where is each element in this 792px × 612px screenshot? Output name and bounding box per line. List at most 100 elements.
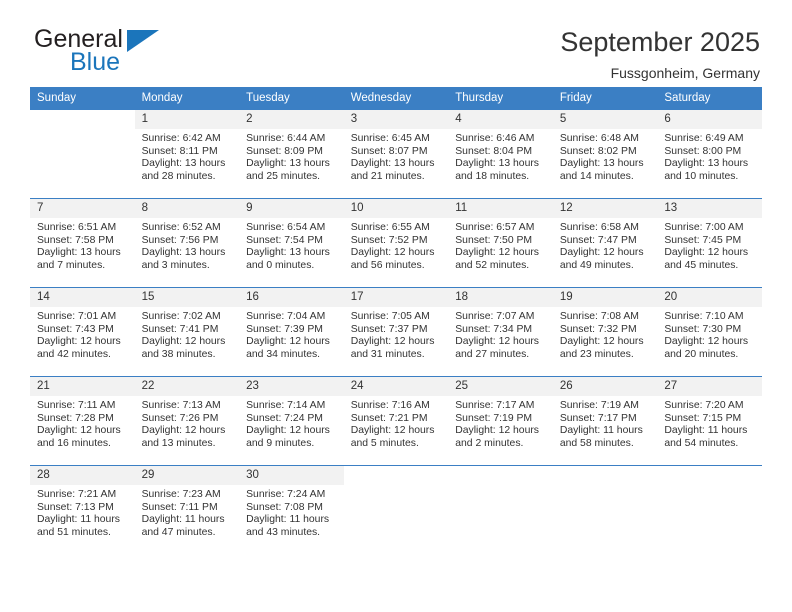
day-number: 8	[134, 199, 240, 218]
sunset-time: Sunset: 7:32 PM	[559, 323, 637, 335]
calendar-page: General Blue September 2025 Fussgonheim,…	[0, 0, 792, 612]
calendar-week-row: 21 Sunrise: 7:11 AM Sunset: 7:28 PM Dayligh…	[30, 376, 762, 466]
day-details: Sunrise: 7:20 AM Sunset: 7:15 PM Daylight:…	[657, 396, 762, 450]
calendar-day-cell[interactable]: 10 Sunrise: 6:55 AM Sunset: 7:52 PM Dayligh…	[343, 198, 449, 288]
daylight-duration-line2: and 51 minutes.	[37, 526, 111, 538]
calendar-day-cell[interactable]: 24 Sunrise: 7:16 AM Sunset: 7:21 PM Dayligh…	[343, 376, 449, 466]
day-details: Sunrise: 7:16 AM Sunset: 7:21 PM Daylight:…	[344, 396, 449, 450]
sunset-time: Sunset: 8:07 PM	[350, 145, 428, 157]
sunset-time: Sunset: 7:50 PM	[455, 234, 533, 246]
calendar-day-cell[interactable]: 6 Sunrise: 6:49 AM Sunset: 8:00 PM Daylight…	[657, 109, 762, 199]
day-number	[657, 466, 762, 485]
day-details: Sunrise: 7:00 AM Sunset: 7:45 PM Daylight:…	[657, 218, 762, 272]
daylight-duration-line2: and 16 minutes.	[37, 437, 111, 449]
day-details: Sunrise: 7:01 AM Sunset: 7:43 PM Daylight:…	[30, 307, 135, 361]
sunset-time: Sunset: 7:24 PM	[246, 412, 323, 424]
calendar-day-cell[interactable]: 15 Sunrise: 7:02 AM Sunset: 7:41 PM Dayligh…	[134, 287, 240, 377]
sunrise-time: Sunrise: 7:05 AM	[350, 311, 430, 322]
day-details: Sunrise: 7:07 AM Sunset: 7:34 PM Daylight:…	[448, 307, 553, 361]
calendar-day-cell[interactable]: 25 Sunrise: 7:17 AM Sunset: 7:19 PM Dayligh…	[448, 376, 553, 466]
calendar-week-row: 7 Sunrise: 6:51 AM Sunset: 7:58 PM Daylight…	[30, 198, 762, 288]
day-details: Sunrise: 7:11 AM Sunset: 7:28 PM Daylight:…	[30, 396, 135, 450]
sunrise-time: Sunrise: 7:13 AM	[141, 400, 221, 411]
day-details: Sunrise: 7:17 AM Sunset: 7:19 PM Daylight:…	[448, 396, 553, 450]
calendar-day-cell[interactable]: 3 Sunrise: 6:45 AM Sunset: 8:07 PM Daylight…	[343, 109, 449, 199]
calendar-day-cell[interactable]: 20 Sunrise: 7:10 AM Sunset: 7:30 PM Dayligh…	[657, 287, 762, 377]
day-number: 5	[552, 110, 658, 129]
day-details: Sunrise: 6:45 AM Sunset: 8:07 PM Daylight:…	[344, 129, 449, 183]
daylight-duration-line1: Daylight: 11 hours	[559, 425, 643, 437]
daylight-duration-line2: and 56 minutes.	[350, 259, 425, 271]
day-details: Sunrise: 7:02 AM Sunset: 7:41 PM Daylight:…	[135, 307, 240, 361]
sunrise-time: Sunrise: 6:52 AM	[141, 222, 221, 233]
daylight-duration-line1: Daylight: 13 hours	[246, 158, 330, 170]
calendar-day-cell[interactable]: 22 Sunrise: 7:13 AM Sunset: 7:26 PM Dayligh…	[134, 376, 240, 466]
calendar-day-cell[interactable]: 29 Sunrise: 7:23 AM Sunset: 7:11 PM Dayligh…	[134, 465, 240, 555]
daylight-duration-line1: Daylight: 12 hours	[455, 425, 539, 437]
calendar-header-row: Sunday Monday Tuesday Wednesday Thursday…	[30, 87, 762, 110]
calendar-day-cell[interactable]: 4 Sunrise: 6:46 AM Sunset: 8:04 PM Daylight…	[448, 109, 553, 199]
day-details: Sunrise: 7:04 AM Sunset: 7:39 PM Daylight:…	[239, 307, 344, 361]
calendar-day-cell[interactable]: 23 Sunrise: 7:14 AM Sunset: 7:24 PM Dayligh…	[239, 376, 344, 466]
daylight-duration-line2: and 9 minutes.	[246, 437, 315, 449]
page-header: General Blue September 2025 Fussgonheim,…	[30, 0, 762, 81]
calendar-week-row: 1 Sunrise: 6:42 AM Sunset: 8:11 PM Daylight…	[30, 109, 762, 199]
calendar-day-cell[interactable]: 21 Sunrise: 7:11 AM Sunset: 7:28 PM Dayligh…	[30, 376, 135, 466]
calendar-day-cell[interactable]: 28 Sunrise: 7:21 AM Sunset: 7:13 PM Dayligh…	[30, 465, 135, 555]
calendar-day-cell[interactable]: 13 Sunrise: 7:00 AM Sunset: 7:45 PM Dayligh…	[657, 198, 762, 288]
daylight-duration-line2: and 14 minutes.	[559, 170, 634, 182]
calendar-day-cell[interactable]: 2 Sunrise: 6:44 AM Sunset: 8:09 PM Daylight…	[239, 109, 344, 199]
day-details: Sunrise: 6:51 AM Sunset: 7:58 PM Daylight:…	[30, 218, 135, 272]
day-number: 25	[448, 377, 553, 396]
sunset-time: Sunset: 7:45 PM	[664, 234, 742, 246]
calendar-day-cell[interactable]: 19 Sunrise: 7:08 AM Sunset: 7:32 PM Dayligh…	[552, 287, 658, 377]
weekday-header-tuesday: Tuesday	[239, 87, 344, 110]
daylight-duration-line2: and 58 minutes.	[559, 437, 634, 449]
calendar-day-cell[interactable]: 27 Sunrise: 7:20 AM Sunset: 7:15 PM Dayligh…	[657, 376, 762, 466]
sunset-time: Sunset: 7:17 PM	[559, 412, 637, 424]
sunset-time: Sunset: 7:34 PM	[455, 323, 533, 335]
calendar-day-cell[interactable]: 14 Sunrise: 7:01 AM Sunset: 7:43 PM Dayligh…	[30, 287, 135, 377]
daylight-duration-line1: Daylight: 12 hours	[664, 247, 749, 259]
day-number: 27	[657, 377, 762, 396]
day-details: Sunrise: 6:54 AM Sunset: 7:54 PM Daylight:…	[239, 218, 344, 272]
calendar-day-cell[interactable]: 9 Sunrise: 6:54 AM Sunset: 7:54 PM Daylight…	[239, 198, 344, 288]
calendar-day-cell[interactable]: 30 Sunrise: 7:24 AM Sunset: 7:08 PM Dayligh…	[239, 465, 344, 555]
calendar-day-cell[interactable]: 18 Sunrise: 7:07 AM Sunset: 7:34 PM Dayligh…	[448, 287, 553, 377]
calendar-day-cell[interactable]: 26 Sunrise: 7:19 AM Sunset: 7:17 PM Dayligh…	[552, 376, 658, 466]
day-details: Sunrise: 7:13 AM Sunset: 7:26 PM Daylight:…	[135, 396, 240, 450]
sunset-time: Sunset: 7:52 PM	[350, 234, 428, 246]
daylight-duration-line1: Daylight: 12 hours	[37, 336, 121, 348]
sunrise-time: Sunrise: 6:44 AM	[246, 133, 326, 144]
calendar-day-cell[interactable]: 7 Sunrise: 6:51 AM Sunset: 7:58 PM Daylight…	[30, 198, 135, 288]
calendar-day-cell[interactable]: 1 Sunrise: 6:42 AM Sunset: 8:11 PM Daylight…	[134, 109, 240, 199]
calendar-day-cell[interactable]: 16 Sunrise: 7:04 AM Sunset: 7:39 PM Dayligh…	[239, 287, 344, 377]
daylight-duration-line1: Daylight: 11 hours	[141, 514, 225, 526]
sunrise-time: Sunrise: 6:42 AM	[141, 133, 221, 144]
calendar-day-cell[interactable]: 12 Sunrise: 6:58 AM Sunset: 7:47 PM Dayligh…	[552, 198, 658, 288]
daylight-duration-line2: and 18 minutes.	[455, 170, 530, 182]
calendar-day-cell[interactable]: 17 Sunrise: 7:05 AM Sunset: 7:37 PM Dayligh…	[343, 287, 449, 377]
calendar-body: 1 Sunrise: 6:42 AM Sunset: 8:11 PM Daylight…	[30, 109, 762, 555]
daylight-duration-line1: Daylight: 12 hours	[559, 247, 644, 259]
daylight-duration-line2: and 20 minutes.	[664, 348, 739, 360]
daylight-duration-line1: Daylight: 12 hours	[246, 425, 330, 437]
page-subtitle: Fussgonheim, Germany	[610, 65, 760, 81]
sunset-time: Sunset: 7:41 PM	[141, 323, 219, 335]
sunrise-time: Sunrise: 7:04 AM	[246, 311, 326, 322]
day-details: Sunrise: 7:19 AM Sunset: 7:17 PM Daylight:…	[553, 396, 658, 450]
sunset-time: Sunset: 7:58 PM	[37, 234, 114, 246]
calendar-day-cell[interactable]: 11 Sunrise: 6:57 AM Sunset: 7:50 PM Dayligh…	[448, 198, 553, 288]
calendar-day-cell[interactable]: 8 Sunrise: 6:52 AM Sunset: 7:56 PM Daylight…	[134, 198, 240, 288]
daylight-duration-line2: and 25 minutes.	[246, 170, 321, 182]
daylight-duration-line1: Daylight: 11 hours	[37, 514, 120, 526]
sunset-time: Sunset: 8:04 PM	[455, 145, 533, 157]
sunrise-time: Sunrise: 7:19 AM	[559, 400, 639, 411]
daylight-duration-line1: Daylight: 13 hours	[37, 247, 121, 259]
sunset-time: Sunset: 8:00 PM	[664, 145, 742, 157]
daylight-duration-line1: Daylight: 12 hours	[350, 247, 435, 259]
day-details: Sunrise: 7:24 AM Sunset: 7:08 PM Daylight:…	[239, 485, 344, 539]
day-number: 29	[134, 466, 240, 485]
weekday-header-saturday: Saturday	[657, 87, 762, 110]
calendar-day-cell[interactable]: 5 Sunrise: 6:48 AM Sunset: 8:02 PM Daylight…	[552, 109, 658, 199]
